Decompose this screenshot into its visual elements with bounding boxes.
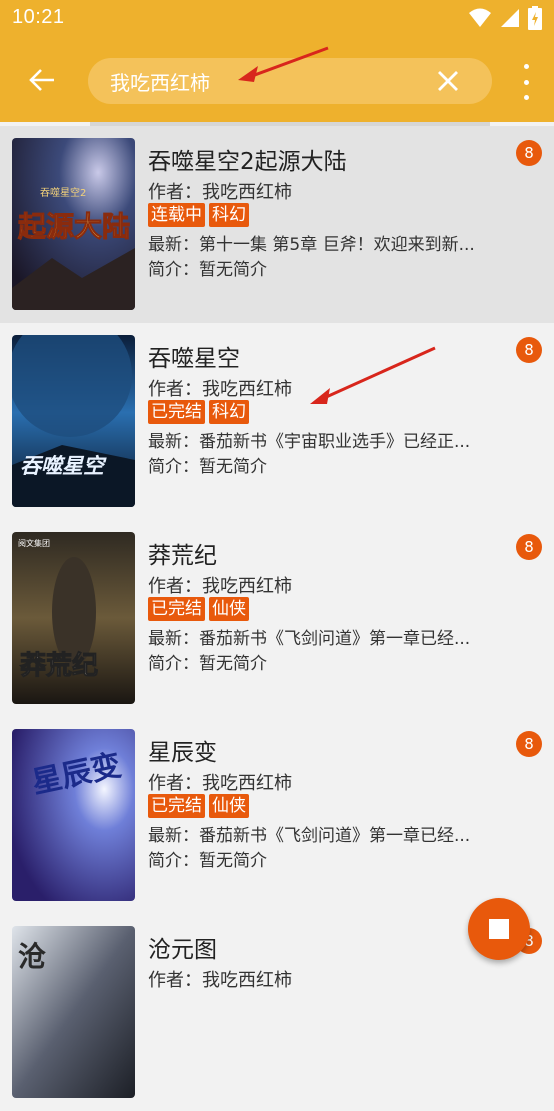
status-tag: 已完结 bbox=[148, 597, 205, 621]
search-toolbar bbox=[0, 38, 554, 122]
book-tags: 已完结 仙侠 bbox=[148, 794, 249, 818]
more-vert-icon bbox=[523, 64, 529, 69]
search-input[interactable] bbox=[110, 66, 420, 96]
source-count-badge: 8 bbox=[516, 140, 542, 166]
book-title: 吞噬星空2起源大陆 bbox=[148, 149, 347, 175]
book-cover: 吞噬星空 bbox=[12, 335, 135, 507]
source-count-badge: 8 bbox=[516, 731, 542, 757]
clear-search-button[interactable] bbox=[432, 65, 464, 97]
book-author: 作者：我吃西红柿 bbox=[148, 182, 292, 203]
book-author: 作者：我吃西红柿 bbox=[148, 970, 292, 991]
list-item[interactable]: 阅文集团 莽荒纪 莽荒纪 作者：我吃西红柿 已完结 仙侠 最新：番茄新书《飞剑问… bbox=[0, 520, 554, 717]
latest-chapter: 最新：番茄新书《飞剑问道》第一章已经... bbox=[148, 629, 471, 649]
signal-icon bbox=[501, 9, 519, 27]
svg-text:阅文集团: 阅文集团 bbox=[18, 538, 50, 548]
book-title: 星辰变 bbox=[148, 740, 217, 766]
book-author: 作者：我吃西红柿 bbox=[148, 576, 292, 597]
genre-tag: 科幻 bbox=[209, 203, 249, 227]
book-title: 吞噬星空 bbox=[148, 346, 240, 372]
book-tags: 已完结 科幻 bbox=[148, 400, 249, 424]
book-title: 莽荒纪 bbox=[148, 543, 217, 569]
book-cover: 阅文集团 莽荒纪 bbox=[12, 532, 135, 704]
status-time: 10:21 bbox=[12, 6, 65, 28]
genre-tag: 科幻 bbox=[209, 400, 249, 424]
book-cover: 星辰变 bbox=[12, 729, 135, 901]
back-arrow-icon bbox=[29, 69, 54, 91]
stop-search-button[interactable] bbox=[468, 898, 530, 960]
status-tag: 已完结 bbox=[148, 400, 205, 424]
book-author: 作者：我吃西红柿 bbox=[148, 379, 292, 400]
search-box[interactable] bbox=[88, 58, 492, 104]
search-results-list[interactable]: 吞噬星空2 起源大陆 吞噬星空2起源大陆 作者：我吃西红柿 连载中 科幻 最新：… bbox=[0, 126, 554, 1111]
back-button[interactable] bbox=[22, 60, 62, 100]
latest-chapter: 最新：番茄新书《飞剑问道》第一章已经... bbox=[148, 826, 471, 846]
book-intro: 简介：暂无简介 bbox=[148, 851, 267, 871]
book-cover: 沧 bbox=[12, 926, 135, 1098]
book-intro: 简介：暂无简介 bbox=[148, 654, 267, 674]
more-options-button[interactable] bbox=[520, 64, 532, 100]
book-tags: 已完结 仙侠 bbox=[148, 597, 249, 621]
book-intro: 简介：暂无简介 bbox=[148, 260, 267, 280]
book-tags: 连载中 科幻 bbox=[148, 203, 249, 227]
status-tag: 连载中 bbox=[148, 203, 205, 227]
svg-text:沧: 沧 bbox=[18, 940, 46, 973]
close-icon bbox=[438, 71, 458, 91]
status-icons bbox=[468, 6, 542, 30]
latest-chapter: 最新：番茄新书《宇宙职业选手》已经正... bbox=[148, 432, 471, 452]
latest-chapter: 最新：第十一集 第5章 巨斧！欢迎来到新... bbox=[148, 235, 475, 255]
book-author: 作者：我吃西红柿 bbox=[148, 773, 292, 794]
battery-icon bbox=[528, 6, 542, 30]
list-item[interactable]: 吞噬星空2 起源大陆 吞噬星空2起源大陆 作者：我吃西红柿 连载中 科幻 最新：… bbox=[0, 126, 554, 323]
genre-tag: 仙侠 bbox=[209, 597, 249, 621]
source-count-badge: 8 bbox=[516, 337, 542, 363]
svg-text:吞噬星空2: 吞噬星空2 bbox=[40, 186, 86, 199]
book-cover: 吞噬星空2 起源大陆 bbox=[12, 138, 135, 310]
book-title: 沧元图 bbox=[148, 937, 217, 963]
wifi-icon bbox=[469, 8, 491, 27]
list-item[interactable]: 吞噬星空 吞噬星空 作者：我吃西红柿 已完结 科幻 最新：番茄新书《宇宙职业选手… bbox=[0, 323, 554, 520]
svg-text:莽荒纪: 莽荒纪 bbox=[19, 650, 98, 681]
list-item[interactable]: 星辰变 星辰变 作者：我吃西红柿 已完结 仙侠 最新：番茄新书《飞剑问道》第一章… bbox=[0, 717, 554, 914]
source-count-badge: 8 bbox=[516, 534, 542, 560]
status-bar: 10:21 bbox=[0, 0, 554, 38]
svg-text:起源大陆: 起源大陆 bbox=[18, 210, 130, 243]
stop-icon bbox=[489, 919, 509, 939]
book-intro: 简介：暂无简介 bbox=[148, 457, 267, 477]
svg-text:吞噬星空: 吞噬星空 bbox=[20, 454, 107, 478]
status-tag: 已完结 bbox=[148, 794, 205, 818]
genre-tag: 仙侠 bbox=[209, 794, 249, 818]
